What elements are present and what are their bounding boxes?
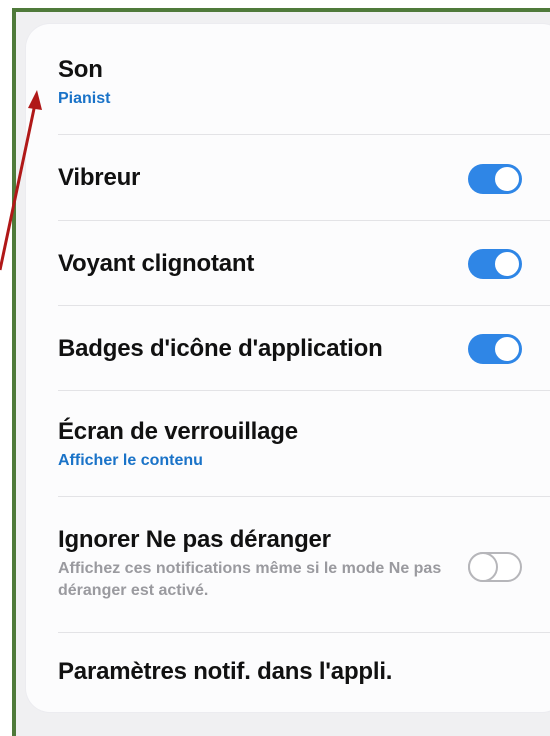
toggle-knob <box>493 165 521 193</box>
ignore-dnd-label: Ignorer Ne pas déranger <box>58 526 331 553</box>
notification-settings-card: Son Pianist Vibreur Voyant clignotant Ba… <box>26 24 550 712</box>
in-app-settings-label: Paramètres notif. dans l'appli. <box>58 658 393 685</box>
divider <box>58 632 550 633</box>
divider <box>58 390 550 391</box>
divider <box>58 134 550 135</box>
ignore-dnd-description: Affichez ces notifications même si le mo… <box>58 560 442 599</box>
app-icon-badges-label: Badges d'icône d'application <box>58 335 383 362</box>
blink-light-toggle[interactable] <box>468 249 522 279</box>
lock-screen-value: Afficher le contenu <box>58 452 203 469</box>
toggle-knob <box>493 335 521 363</box>
vibrate-toggle[interactable] <box>468 164 522 194</box>
sound-setting[interactable]: Son Pianist <box>26 56 550 108</box>
sound-label: Son <box>58 56 103 83</box>
toggle-knob <box>493 250 521 278</box>
divider <box>58 305 550 306</box>
divider <box>58 496 550 497</box>
lock-screen-label: Écran de verrouillage <box>58 418 298 445</box>
divider <box>58 220 550 221</box>
lock-screen-setting[interactable]: Écran de verrouillage Afficher le conten… <box>26 418 550 470</box>
app-icon-badges-toggle[interactable] <box>468 334 522 364</box>
vibrate-label: Vibreur <box>58 164 141 191</box>
blink-light-label: Voyant clignotant <box>58 250 255 277</box>
toggle-knob <box>468 552 498 582</box>
ignore-dnd-toggle[interactable] <box>468 552 522 582</box>
in-app-settings-link[interactable]: Paramètres notif. dans l'appli. <box>26 658 550 686</box>
sound-value: Pianist <box>58 90 111 107</box>
